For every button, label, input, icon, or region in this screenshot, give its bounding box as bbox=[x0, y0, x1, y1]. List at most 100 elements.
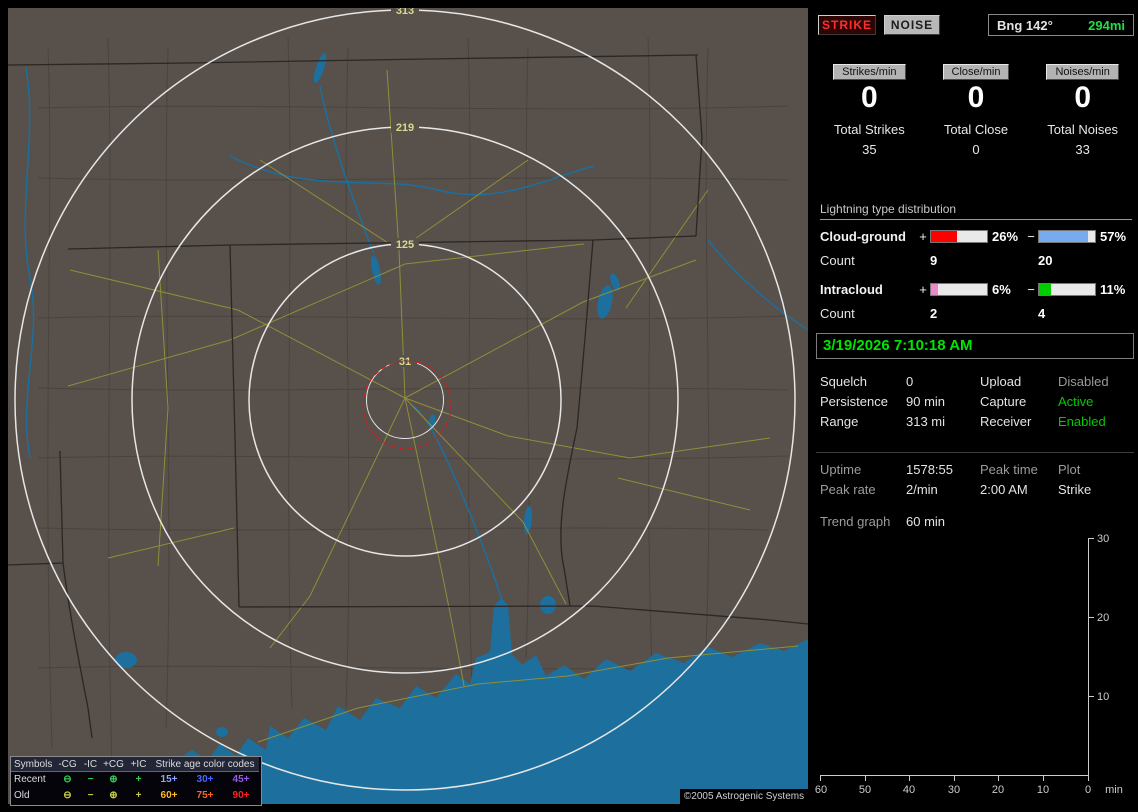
strikes-per-min-value: 0 bbox=[860, 81, 878, 114]
ic-negative-bar bbox=[1038, 283, 1096, 296]
ic-positive-pct: 6% bbox=[992, 282, 1011, 297]
squelch-value: 0 bbox=[906, 374, 914, 389]
legend-col-neg-cg: -CG bbox=[55, 757, 80, 772]
app-window: 313 219 125 31 Symbols -CG -IC +CG +IC S… bbox=[0, 0, 1138, 812]
ic-negative-pct: 11% bbox=[1100, 282, 1126, 297]
receiver-label: Receiver bbox=[980, 414, 1032, 429]
total-close-value: 0 bbox=[972, 142, 980, 157]
pos-ic-old-icon: + bbox=[135, 790, 142, 801]
datetime-display: 3/19/2026 7:10:18 AM bbox=[816, 333, 1134, 359]
intracloud-label: Intracloud bbox=[820, 282, 883, 297]
noise-mode-button[interactable]: NOISE bbox=[884, 15, 940, 35]
ic-positive-count: 2 bbox=[930, 306, 938, 321]
trend-y-20: 20 bbox=[1097, 612, 1109, 624]
trend-x-60: 60 bbox=[815, 784, 827, 796]
pos-cg-old-icon: ⊕ bbox=[109, 790, 118, 801]
legend-col-pos-cg: +CG bbox=[101, 757, 126, 772]
close-column: Close/min 0 Total Close 0 bbox=[923, 62, 1030, 157]
cg-positive-count: 9 bbox=[930, 253, 938, 268]
trend-y-30: 30 bbox=[1097, 533, 1109, 545]
ic-negative-count: 4 bbox=[1038, 306, 1046, 321]
total-noises-value: 33 bbox=[1075, 142, 1090, 157]
ring-label-313: 313 bbox=[396, 8, 414, 17]
neg-cg-recent-icon: ⊖ bbox=[63, 774, 72, 785]
trend-graph-row: Trend graph 60 min bbox=[820, 514, 1132, 529]
sidebar: STRIKE NOISE Bng 142° 294mi Strikes/min … bbox=[814, 0, 1138, 812]
persistence-label: Persistence bbox=[820, 394, 888, 409]
age-code-60: 60+ bbox=[160, 790, 178, 801]
uptime-grid: Uptime 1578:55 Peak time Plot Peak rate … bbox=[820, 462, 1132, 502]
legend-row-old-label: Old bbox=[14, 790, 30, 801]
trend-x-30: 30 bbox=[948, 784, 960, 796]
count-label: Count bbox=[820, 253, 855, 268]
neg-ic-old-icon: − bbox=[87, 790, 94, 801]
plot-label: Plot bbox=[1058, 462, 1081, 477]
close-per-min-value: 0 bbox=[967, 81, 985, 114]
rate-stats: Strikes/min 0 Total Strikes 35 Close/min… bbox=[816, 62, 1136, 157]
trend-x-0: 0 bbox=[1085, 784, 1091, 796]
cloud-ground-count-row: Count 9 20 bbox=[820, 253, 1132, 268]
ic-positive-bar bbox=[930, 283, 988, 296]
pos-ic-recent-icon: + bbox=[135, 774, 142, 785]
legend-row-recent-label: Recent bbox=[14, 774, 46, 785]
trend-unit: min bbox=[1105, 784, 1123, 796]
noises-per-min-value: 0 bbox=[1074, 81, 1091, 114]
cg-negative-count: 20 bbox=[1038, 253, 1053, 268]
plot-value: Strike bbox=[1058, 482, 1092, 497]
trend-x-20: 20 bbox=[992, 784, 1004, 796]
plus-sign: + bbox=[919, 229, 927, 244]
noises-column: Noises/min 0 Total Noises 33 bbox=[1029, 62, 1136, 157]
total-strikes-label: Total Strikes bbox=[833, 122, 905, 137]
count-label: Count bbox=[820, 306, 855, 321]
age-code-75: 75+ bbox=[196, 790, 214, 801]
trend-graph-value: 60 min bbox=[906, 514, 946, 529]
legend-col-neg-ic: -IC bbox=[80, 757, 101, 772]
upload-label: Upload bbox=[980, 374, 1022, 389]
minus-sign: − bbox=[1027, 229, 1035, 244]
cg-positive-pct: 26% bbox=[992, 229, 1019, 244]
trend-y-10: 10 bbox=[1097, 691, 1109, 703]
age-code-15: 15+ bbox=[160, 774, 178, 785]
plus-sign: + bbox=[919, 282, 927, 297]
mode-toolbar: STRIKE NOISE Bng 142° 294mi bbox=[818, 14, 1134, 36]
peak-time-label: Peak time bbox=[980, 462, 1038, 477]
copyright-label: ©2005 Astrogenic Systems bbox=[680, 789, 808, 805]
age-code-90: 90+ bbox=[232, 790, 250, 801]
intracloud-count-row: Count 2 4 bbox=[820, 306, 1132, 321]
cg-negative-bar bbox=[1038, 230, 1096, 243]
ring-label-219: 219 bbox=[396, 122, 414, 134]
uptime-value: 1578:55 bbox=[906, 462, 953, 477]
section-divider bbox=[816, 452, 1134, 453]
distribution-title: Lightning type distribution bbox=[820, 202, 1132, 220]
total-noises-label: Total Noises bbox=[1047, 122, 1119, 137]
cg-negative-fill bbox=[1039, 231, 1089, 242]
neg-cg-old-icon: ⊖ bbox=[63, 790, 72, 801]
strike-mode-button[interactable]: STRIKE bbox=[818, 15, 876, 35]
strikes-column: Strikes/min 0 Total Strikes 35 bbox=[816, 62, 923, 157]
ic-negative-fill bbox=[1039, 284, 1052, 295]
bearing-distance: 294mi bbox=[1088, 17, 1125, 33]
upload-status: Disabled bbox=[1058, 374, 1109, 389]
cg-negative-pct: 57% bbox=[1100, 229, 1127, 244]
trend-graph: 30 20 10 60 50 40 30 20 10 0 min bbox=[814, 528, 1138, 812]
noises-per-min-button[interactable]: Noises/min bbox=[1046, 64, 1119, 80]
map-legend: Symbols -CG -IC +CG +IC Strike age color… bbox=[10, 756, 262, 806]
receiver-status: Enabled bbox=[1058, 414, 1106, 429]
close-per-min-button[interactable]: Close/min bbox=[942, 64, 1010, 80]
peak-rate-label: Peak rate bbox=[820, 482, 876, 497]
trend-x-50: 50 bbox=[859, 784, 871, 796]
peak-time-value: 2:00 AM bbox=[980, 482, 1028, 497]
range-label: Range bbox=[820, 414, 859, 429]
bearing-readout: Bng 142° 294mi bbox=[988, 14, 1134, 36]
ring-label-125: 125 bbox=[396, 239, 414, 251]
peak-rate-value: 2/min bbox=[906, 482, 938, 497]
total-strikes-value: 35 bbox=[862, 142, 877, 157]
lightning-map[interactable]: 313 219 125 31 bbox=[8, 8, 808, 804]
capture-status: Active bbox=[1058, 394, 1094, 409]
strikes-per-min-button[interactable]: Strikes/min bbox=[833, 64, 906, 80]
age-code-30: 30+ bbox=[196, 774, 214, 785]
age-code-45: 45+ bbox=[232, 774, 250, 785]
cloud-ground-row: Cloud-ground + 26% − 57% bbox=[820, 229, 1132, 244]
map-panel: 313 219 125 31 Symbols -CG -IC +CG +IC S… bbox=[8, 8, 808, 806]
trend-x-40: 40 bbox=[903, 784, 915, 796]
